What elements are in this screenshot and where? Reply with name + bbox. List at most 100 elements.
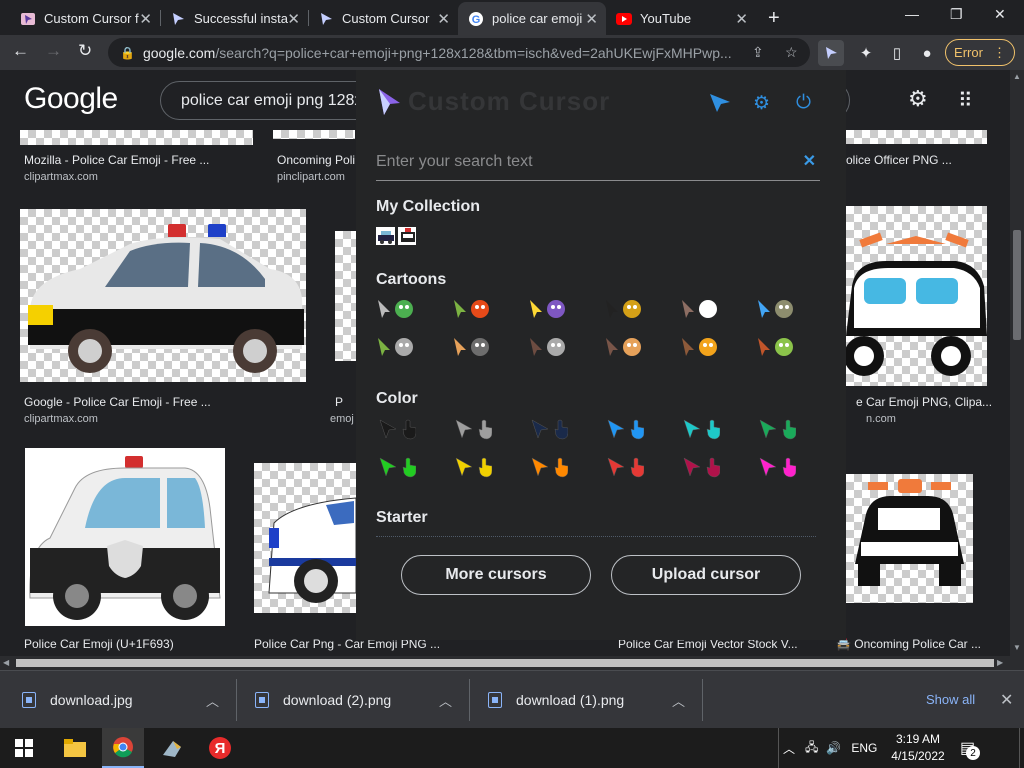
cartoon-cursor[interactable] (528, 334, 568, 360)
scroll-down-icon[interactable]: ▼ (1013, 643, 1021, 652)
cartoon-cursor[interactable] (680, 296, 720, 322)
result-thumbnail[interactable] (846, 206, 987, 386)
cartoon-cursor[interactable] (604, 296, 644, 322)
clock[interactable]: 3:19 AM 4/15/2022 (886, 731, 950, 765)
power-icon[interactable]: ⏻ (796, 92, 811, 114)
result-source[interactable]: clipartmax.com (24, 171, 98, 183)
upload-cursor-button[interactable]: Upload cursor (611, 555, 801, 595)
result-thumbnail[interactable] (273, 130, 355, 139)
result-title[interactable]: Google - Police Car Emoji - Free ... (24, 395, 211, 409)
result-thumbnail[interactable] (20, 130, 253, 145)
tab-custom-cursor-2[interactable]: Custom Cursor ✕ (308, 2, 458, 35)
result-thumbnail[interactable] (25, 448, 225, 626)
color-cursor[interactable] (452, 454, 492, 480)
share-icon[interactable]: ⇪ (752, 44, 764, 61)
tab-successful-install[interactable]: Successful insta ✕ (160, 2, 308, 35)
close-tab-icon[interactable]: ✕ (437, 10, 450, 28)
close-downloads-icon[interactable]: ✕ (1000, 690, 1013, 710)
result-thumbnail[interactable] (846, 474, 973, 603)
color-cursor[interactable] (376, 454, 416, 480)
address-bar[interactable]: 🔒 google.com/search?q=police+car+emoji+p… (108, 38, 810, 67)
app-taskbar-icon[interactable] (152, 728, 192, 768)
scrollbar-thumb[interactable] (1013, 230, 1021, 340)
color-cursor[interactable] (680, 454, 720, 480)
result-thumbnail[interactable] (20, 209, 306, 382)
scroll-right-icon[interactable]: ▶ (997, 658, 1003, 667)
result-title-with-icon[interactable]: 🚔 Oncoming Police Car ... (836, 637, 981, 651)
new-tab-plus-icon[interactable]: + (768, 7, 780, 30)
color-cursor[interactable] (604, 454, 644, 480)
forward-arrow-icon[interactable]: → (45, 41, 62, 61)
result-title[interactable]: Oncoming Poli (277, 153, 355, 167)
vertical-scrollbar[interactable]: ▲ ▼ (1010, 70, 1024, 656)
settings-gear-icon[interactable]: ⚙ (753, 92, 770, 115)
cartoon-cursor[interactable] (680, 334, 720, 360)
reload-icon[interactable]: ↻ (78, 41, 92, 61)
tab-youtube[interactable]: YouTube ✕ (606, 2, 756, 35)
windows-start-icon[interactable] (8, 728, 40, 768)
result-thumbnail[interactable] (846, 130, 987, 144)
result-source[interactable]: emoj (330, 413, 354, 425)
color-cursor[interactable] (756, 454, 796, 480)
clear-search-icon[interactable]: ✕ (803, 151, 816, 171)
color-cursor[interactable] (376, 416, 416, 442)
more-cursors-button[interactable]: More cursors (401, 555, 591, 595)
color-cursor[interactable] (528, 454, 568, 480)
file-explorer-icon[interactable] (55, 728, 95, 768)
tab-police-car-emoji[interactable]: G police car emoji ✕ (458, 2, 606, 35)
download-options-chevron-icon[interactable]: ︿ (672, 671, 685, 729)
download-item[interactable]: download.jpg (22, 671, 133, 729)
result-thumbnail[interactable] (254, 463, 356, 613)
error-button[interactable]: Error ⋮ (945, 39, 1015, 66)
result-source[interactable]: clipartmax.com (24, 413, 98, 425)
google-logo[interactable]: Google (24, 82, 118, 116)
window-close-icon[interactable]: ✕ (994, 6, 1006, 23)
result-title[interactable]: olice Officer PNG ... (846, 153, 952, 167)
close-tab-icon[interactable]: ✕ (287, 10, 300, 28)
color-cursor[interactable] (756, 416, 796, 442)
download-options-chevron-icon[interactable]: ︿ (206, 671, 219, 729)
scrollbar-thumb[interactable] (16, 659, 994, 667)
back-arrow-icon[interactable]: ← (12, 41, 29, 61)
network-icon[interactable]: 🖧 (805, 738, 818, 759)
color-cursor[interactable] (604, 416, 644, 442)
result-title[interactable]: Mozilla - Police Car Emoji - Free ... (24, 153, 209, 167)
show-hidden-icons-chevron-icon[interactable]: ︿ (783, 740, 795, 757)
download-item[interactable]: download (2).png (255, 671, 391, 729)
close-tab-icon[interactable]: ✕ (735, 10, 748, 28)
result-source[interactable]: n.com (866, 413, 896, 425)
cartoon-cursor[interactable] (376, 296, 416, 322)
notification-center-icon[interactable]: ▤2 (960, 728, 980, 768)
scroll-up-icon[interactable]: ▲ (1013, 72, 1021, 81)
download-options-chevron-icon[interactable]: ︿ (439, 671, 452, 729)
profile-icon[interactable]: ● (916, 42, 938, 64)
cartoon-cursor[interactable] (452, 334, 492, 360)
collection-cursor[interactable] (376, 223, 416, 249)
cartoon-cursor[interactable] (756, 334, 796, 360)
show-all-downloads-link[interactable]: Show all (926, 692, 975, 707)
color-cursor[interactable] (452, 416, 492, 442)
language-indicator[interactable]: ENG (851, 741, 877, 755)
cartoon-cursor[interactable] (604, 334, 644, 360)
result-source[interactable]: pinclipart.com (277, 171, 345, 183)
cartoon-cursor[interactable] (452, 296, 492, 322)
show-desktop-button[interactable] (1019, 728, 1024, 768)
color-cursor[interactable] (680, 416, 720, 442)
restore-icon[interactable]: ❐ (950, 6, 963, 23)
close-tab-icon[interactable]: ✕ (585, 10, 598, 28)
cartoon-cursor[interactable] (528, 296, 568, 322)
horizontal-scrollbar[interactable]: ◀ ▶ (0, 656, 1024, 670)
close-tab-icon[interactable]: ✕ (139, 10, 152, 28)
result-title[interactable]: Police Car Emoji (U+1F693) (24, 637, 174, 651)
yandex-browser-icon[interactable]: Я (200, 728, 240, 768)
color-cursor[interactable] (528, 416, 568, 442)
result-title[interactable]: P (335, 395, 343, 409)
volume-icon[interactable]: 🔊 (826, 741, 841, 755)
cartoon-cursor[interactable] (376, 334, 416, 360)
extensions-puzzle-icon[interactable]: ✦ (855, 42, 877, 64)
settings-gear-icon[interactable]: ⚙ (908, 86, 928, 112)
cursor-search-input[interactable]: Enter your search text ✕ (376, 144, 820, 181)
side-panel-icon[interactable]: ▯ (886, 42, 908, 64)
custom-cursor-extension-icon[interactable] (818, 40, 844, 66)
scroll-left-icon[interactable]: ◀ (3, 658, 9, 667)
